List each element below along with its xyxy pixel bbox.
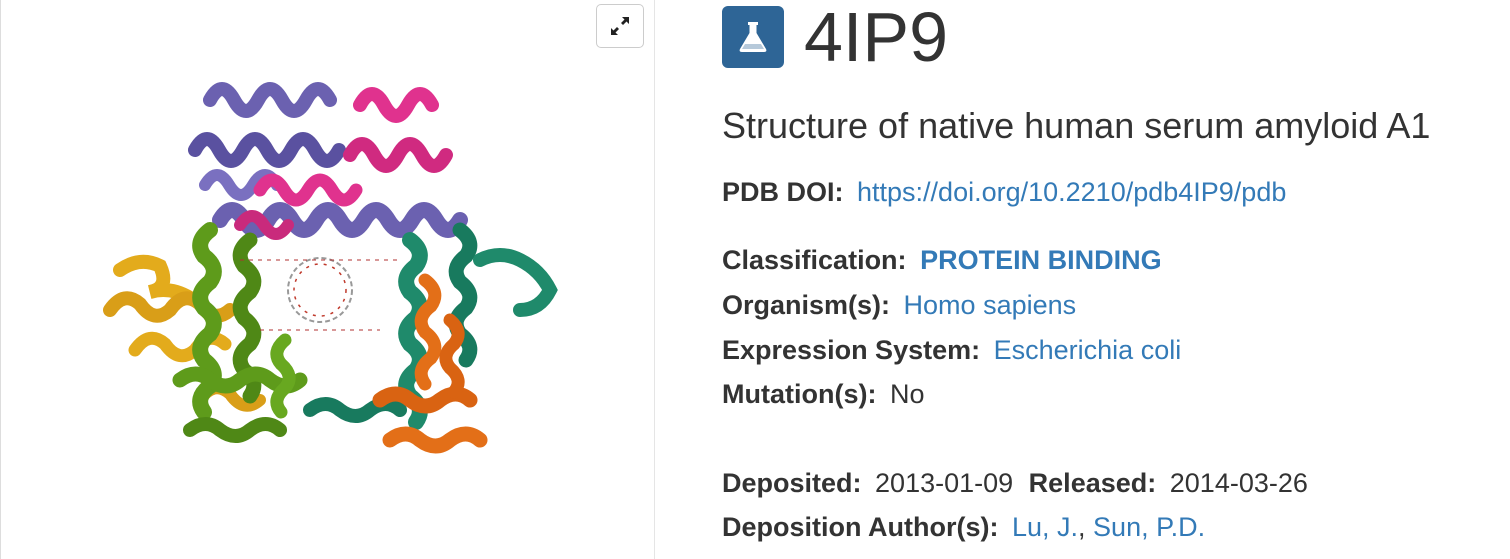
expand-arrows-icon bbox=[611, 17, 629, 35]
deposited-label: Deposited: bbox=[722, 468, 862, 498]
deposited-date: 2013-01-09 bbox=[875, 468, 1014, 498]
released-date: 2014-03-26 bbox=[1169, 468, 1308, 498]
expand-button[interactable] bbox=[596, 4, 644, 48]
entry-title: Structure of native human serum amyloid … bbox=[722, 105, 1431, 146]
author-link[interactable]: Sun, P.D. bbox=[1093, 512, 1205, 542]
protein-structure-image[interactable] bbox=[80, 70, 580, 500]
classification-row: Classification: PROTEIN BINDING bbox=[722, 243, 1162, 277]
dates-row: Deposited: 2013-01-09 Released: 2014-03-… bbox=[722, 466, 1308, 500]
entry-header: 4IP9 bbox=[722, 0, 948, 74]
flask-icon bbox=[739, 22, 767, 52]
mutation-label: Mutation(s): bbox=[722, 379, 877, 409]
entry-details-panel: 4IP9 Structure of native human serum amy… bbox=[722, 0, 1510, 559]
chain-teal bbox=[303, 222, 558, 430]
entry-type-badge bbox=[722, 6, 784, 68]
mutation-row: Mutation(s): No bbox=[722, 377, 925, 411]
ligand-ring bbox=[240, 257, 400, 331]
organism-link[interactable]: Homo sapiens bbox=[904, 290, 1077, 320]
pdb-doi-row: PDB DOI: https://doi.org/10.2210/pdb4IP9… bbox=[722, 175, 1286, 209]
authors-label: Deposition Author(s): bbox=[722, 512, 999, 542]
author-separator: , bbox=[1078, 512, 1094, 542]
entry-id: 4IP9 bbox=[804, 0, 948, 76]
panel-border bbox=[0, 0, 1, 559]
expression-system-link[interactable]: Escherichia coli bbox=[994, 335, 1182, 365]
author-link[interactable]: Lu, J. bbox=[1012, 512, 1078, 542]
entry-page: 4IP9 Structure of native human serum amy… bbox=[0, 0, 1510, 559]
organism-label: Organism(s): bbox=[722, 290, 891, 320]
mutation-value: No bbox=[889, 379, 925, 409]
expression-system-label: Expression System: bbox=[722, 335, 981, 365]
pdb-doi-link[interactable]: https://doi.org/10.2210/pdb4IP9/pdb bbox=[857, 177, 1286, 207]
structure-panel bbox=[0, 0, 655, 559]
classification-label: Classification: bbox=[722, 245, 907, 275]
pdb-doi-label: PDB DOI: bbox=[722, 177, 844, 207]
classification-link[interactable]: PROTEIN BINDING bbox=[920, 245, 1162, 275]
organism-row: Organism(s): Homo sapiens bbox=[722, 288, 1076, 322]
authors-row: Deposition Author(s): Lu, J., Sun, P.D. bbox=[722, 510, 1205, 544]
expression-system-row: Expression System: Escherichia coli bbox=[722, 333, 1181, 367]
released-label: Released: bbox=[1028, 468, 1157, 498]
